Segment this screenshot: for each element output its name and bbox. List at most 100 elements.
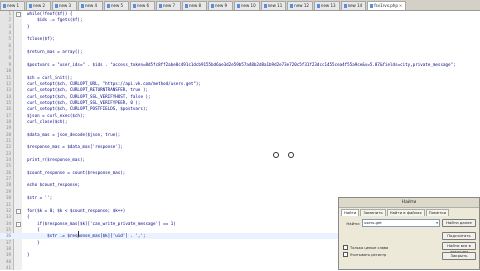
code-line[interactable]: 2 $ids .= fgets($f); [0,17,480,23]
match-case-checkbox[interactable]: Учитывать регистр [343,252,388,257]
file-tab-label: new 11 [267,3,283,8]
find-input[interactable]: users.get ▾ [362,219,440,227]
file-tab[interactable]: new 8 [182,1,207,10]
code-line[interactable]: 5 fclose($f); [0,36,480,42]
code-line[interactable]: 25 [0,163,480,169]
code-text: $return_mas = array(); [27,49,83,55]
code-text: $str = ''; [27,195,53,201]
code-line[interactable]: 9 $postvars = "user_ids=" . $ids . "acces… [0,62,480,68]
file-icon [159,4,162,8]
line-number: 39 [5,252,11,258]
file-tab-label: new 1 [7,3,20,8]
code-text: $json = curl_exec($ch); [27,112,85,118]
fold-toggle-icon[interactable]: - [16,12,21,17]
code-line[interactable]: 6 [0,43,480,49]
code-line[interactable]: 1- while(!feof($f)) { [0,11,480,17]
file-tab-label: new 3 [59,3,72,8]
file-icon [211,4,214,8]
line-number: 4 [8,30,11,36]
file-tab-label: new 2 [33,3,46,8]
tab-find[interactable]: Найти [341,209,360,216]
file-tab[interactable]: new 1 [0,1,25,10]
code-line[interactable]: 8 [0,55,480,61]
file-tab[interactable]: new 4 [78,1,103,10]
file-tab[interactable]: new 10 [234,1,260,10]
text-cursor [78,231,79,237]
code-text: { [27,226,40,232]
find-input-value: users.get [364,220,382,225]
code-line[interactable]: 7 $return_mas = array(); [0,49,480,55]
fold-toggle-icon[interactable]: - [16,221,21,227]
code-line[interactable]: 20 $data_mas = json_decode($json, true); [0,132,480,138]
code-line[interactable]: 16 curl_setopt($ch, CURLOPT_POSTFIELDS, $… [0,106,480,112]
file-icon [263,4,267,8]
file-tab[interactable]: new 9 [208,1,233,10]
line-number: 37 [5,239,11,245]
tab-replace[interactable]: Заменить [360,209,386,216]
file-tab[interactable]: new 6 [130,1,155,10]
code-line[interactable]: 24 print_r($response_mas); [0,157,480,163]
close-tab-icon[interactable]: × [399,2,402,10]
code-line[interactable]: 21 [0,138,480,144]
file-tab-label: new 6 [137,3,150,8]
code-line[interactable]: 26 $count_response = count($response_mas)… [0,170,480,176]
code-line[interactable]: 4 [0,30,480,36]
file-icon [29,4,32,8]
file-tab[interactable]: new 2 [26,1,51,10]
file-tab[interactable]: new 7 [156,1,181,10]
code-line[interactable]: 18 curl_close($ch); [0,119,480,125]
file-tab[interactable]: new 14 [340,1,367,10]
code-line[interactable]: 27 [0,176,480,182]
code-line[interactable]: 11 $ch = curl_init(); [0,75,480,81]
code-line[interactable]: 23 [0,151,480,157]
code-line[interactable]: 29 [0,189,480,195]
line-number: 26 [5,169,11,175]
code-text: } [27,239,40,245]
dropdown-arrow-icon[interactable]: ▾ [436,220,439,226]
find-all-current-button[interactable]: Найти все в текущем [442,242,476,254]
code-line[interactable]: 14 curl_setopt($ch, CURLOPT_SSL_VERIFYHOS… [0,94,480,100]
file-tab[interactable]: new 3 [52,1,77,10]
file-icon [107,4,110,8]
code-line[interactable]: 10 [0,68,480,74]
code-text: $ids .= fgets($f); [27,17,83,23]
line-number: 32 [5,207,11,213]
line-number: 8 [8,55,11,61]
line-number: 18 [5,118,11,124]
line-number: 31 [5,201,11,207]
code-line[interactable]: 17 $json = curl_exec($ch); [0,113,480,119]
line-number: 11 [5,74,11,80]
file-tab[interactable]: new 12 [287,1,313,10]
code-line[interactable]: 3} [0,24,480,30]
line-number: 14 [5,93,11,99]
code-line[interactable]: 19 [0,125,480,131]
close-button[interactable]: Закрыть [442,252,476,260]
tab-find-in-files[interactable]: Найти в файлах [386,209,425,216]
code-text: $count_response = count($response_mas); [27,169,126,175]
fold-toggle-icon[interactable]: - [16,208,21,214]
line-number: 2 [8,17,11,23]
code-line[interactable]: 15 curl_setopt($ch, CURLOPT_SSL_VERIFYPEE… [0,100,480,106]
line-number: 28 [5,182,11,188]
code-line[interactable]: 28 echo $count_response; [0,182,480,188]
file-icon [370,4,374,8]
file-tab[interactable]: new 5 [104,1,129,10]
code-line[interactable]: 13 curl_setopt($ch, CURLOPT_RETURNTRANSFE… [0,87,480,93]
line-number: 36 [5,233,11,239]
code-line[interactable]: 22 $response_mas = $data_mas['response']; [0,144,480,150]
tab-mark[interactable]: Пометки [425,209,450,216]
whole-word-label: Только целые слова [350,245,389,250]
count-button[interactable]: Подсчитать [442,232,476,240]
file-tab[interactable]: fsv1rvx.php × [367,1,407,10]
file-icon [237,4,240,8]
whole-word-checkbox[interactable]: Только целые слова [343,245,388,250]
find-next-button[interactable]: Найти далее [442,219,476,227]
code-text: curl_setopt($ch, CURLOPT_SSL_VERIFYPEER,… [27,99,141,105]
loading-spinner-icon [273,152,279,158]
code-line[interactable]: 12 curl_setopt($ch, CURLOPT_URL, "https:/… [0,81,480,87]
file-tab[interactable]: new 13 [313,1,340,10]
match-case-label: Учитывать регистр [350,252,387,257]
find-label: Найти: [346,220,360,226]
file-tab[interactable]: new 11 [260,1,287,10]
code-text: } [27,252,30,258]
